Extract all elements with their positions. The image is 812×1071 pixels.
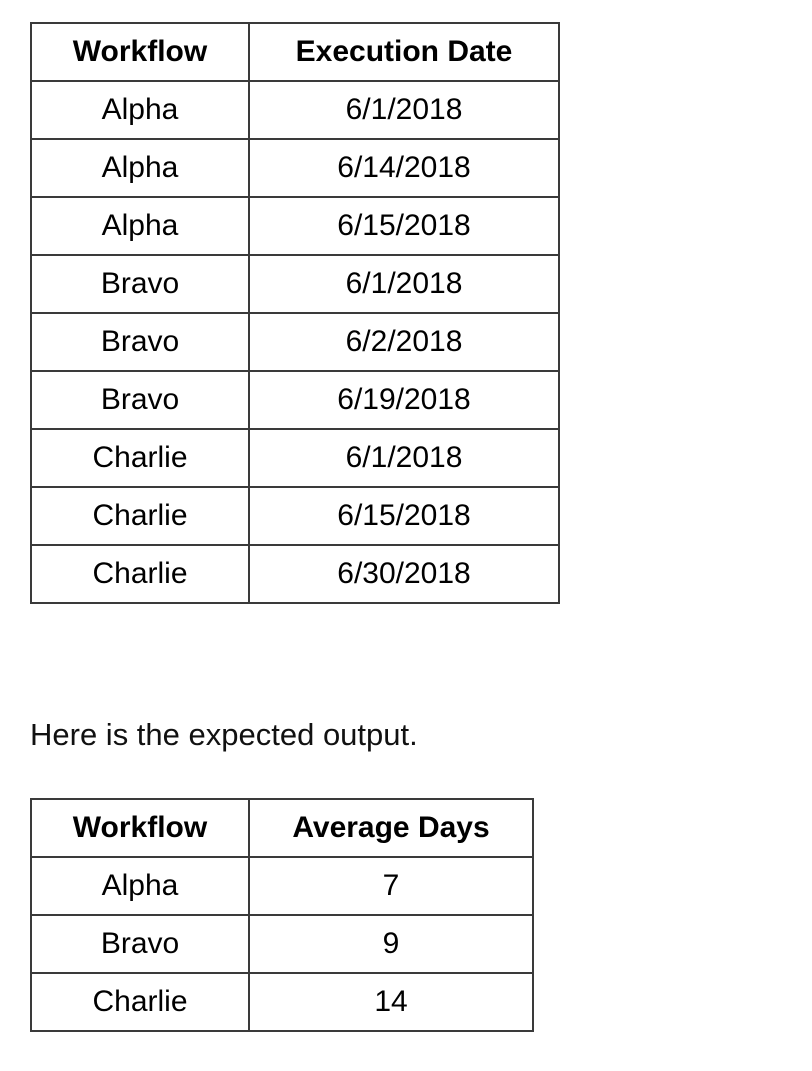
cell-workflow: Alpha	[30, 138, 250, 198]
cell-workflow: Charlie	[30, 428, 250, 488]
cell-workflow: Bravo	[30, 370, 250, 430]
table-row: Alpha 7	[30, 856, 534, 916]
cell-execution-date: 6/15/2018	[248, 196, 560, 256]
table-row: Charlie 6/30/2018	[30, 544, 560, 604]
cell-workflow: Bravo	[30, 914, 250, 974]
cell-execution-date: 6/1/2018	[248, 428, 560, 488]
table-header-row: Workflow Average Days	[30, 798, 534, 858]
cell-execution-date: 6/1/2018	[248, 254, 560, 314]
cell-execution-date: 6/14/2018	[248, 138, 560, 198]
table-row: Alpha 6/14/2018	[30, 138, 560, 198]
table-header-row: Workflow Execution Date	[30, 22, 560, 82]
table-row: Bravo 9	[30, 914, 534, 974]
cell-workflow: Charlie	[30, 544, 250, 604]
table-row: Alpha 6/15/2018	[30, 196, 560, 256]
cell-execution-date: 6/30/2018	[248, 544, 560, 604]
cell-execution-date: 6/15/2018	[248, 486, 560, 546]
cell-execution-date: 6/19/2018	[248, 370, 560, 430]
cell-workflow: Bravo	[30, 312, 250, 372]
table-row: Bravo 6/19/2018	[30, 370, 560, 430]
cell-workflow: Bravo	[30, 254, 250, 314]
cell-average-days: 14	[248, 972, 534, 1032]
cell-workflow: Alpha	[30, 856, 250, 916]
column-header-execution-date: Execution Date	[248, 22, 560, 82]
workflow-execution-dates-table: Workflow Execution Date Alpha 6/1/2018 Alp…	[30, 22, 560, 604]
cell-execution-date: 6/1/2018	[248, 80, 560, 140]
table-row: Charlie 14	[30, 972, 534, 1032]
column-header-average-days: Average Days	[248, 798, 534, 858]
table-row: Bravo 6/2/2018	[30, 312, 560, 372]
cell-workflow: Alpha	[30, 80, 250, 140]
cell-workflow: Alpha	[30, 196, 250, 256]
table-row: Alpha 6/1/2018	[30, 80, 560, 140]
cell-execution-date: 6/2/2018	[248, 312, 560, 372]
expected-output-caption: Here is the expected output.	[30, 717, 418, 752]
table-row: Charlie 6/15/2018	[30, 486, 560, 546]
cell-workflow: Charlie	[30, 486, 250, 546]
cell-workflow: Charlie	[30, 972, 250, 1032]
table-row: Charlie 6/1/2018	[30, 428, 560, 488]
cell-average-days: 7	[248, 856, 534, 916]
cell-average-days: 9	[248, 914, 534, 974]
table-row: Bravo 6/1/2018	[30, 254, 560, 314]
column-header-workflow: Workflow	[30, 22, 250, 82]
workflow-average-days-table: Workflow Average Days Alpha 7 Bravo 9 Charli…	[30, 798, 534, 1032]
column-header-workflow: Workflow	[30, 798, 250, 858]
document-body: Workflow Execution Date Alpha 6/1/2018 Alp…	[0, 0, 812, 1071]
